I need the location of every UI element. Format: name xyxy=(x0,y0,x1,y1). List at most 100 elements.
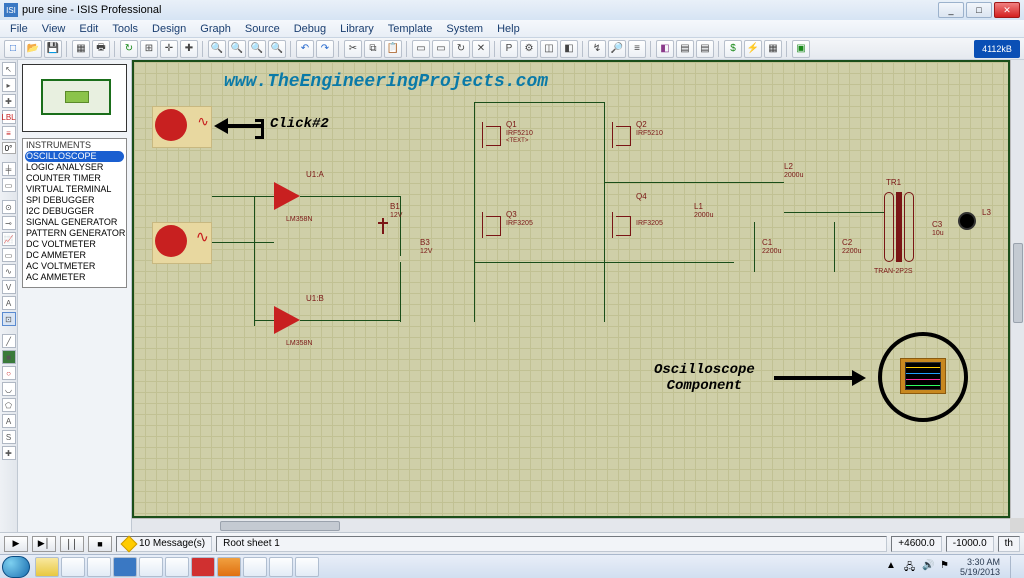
transformer-tr1[interactable] xyxy=(884,192,914,262)
print-button[interactable]: 🖶 xyxy=(92,40,110,58)
taskbar-folder-icon[interactable] xyxy=(87,557,111,577)
pick-button[interactable]: P xyxy=(500,40,518,58)
paste-button[interactable]: 📋 xyxy=(384,40,402,58)
instrument-ac-ammeter[interactable]: AC AMMETER xyxy=(25,272,124,283)
voltage-probe-tool[interactable]: V xyxy=(2,280,16,294)
oscilloscope-placed-1[interactable]: ∿ xyxy=(152,106,212,148)
taskbar-chrome-icon[interactable] xyxy=(61,557,85,577)
block-rotate-button[interactable]: ↻ xyxy=(452,40,470,58)
current-probe-tool[interactable]: A xyxy=(2,296,16,310)
close-button[interactable]: ✕ xyxy=(994,2,1020,18)
menu-graph[interactable]: Graph xyxy=(194,23,237,35)
packaging-button[interactable]: ◫ xyxy=(540,40,558,58)
symbol-2d-tool[interactable]: S xyxy=(2,430,16,444)
instrument-dc-ammeter[interactable]: DC AMMETER xyxy=(25,250,124,261)
arc-2d-tool[interactable]: ◡ xyxy=(2,382,16,396)
text-script-tool[interactable]: ≡ xyxy=(2,126,16,140)
save-button[interactable]: 💾 xyxy=(44,40,62,58)
subcircuit-tool[interactable]: ▭ xyxy=(2,178,16,192)
device-pin-tool[interactable]: ⊸ xyxy=(2,216,16,230)
play-button[interactable]: ▶ xyxy=(4,536,28,552)
minimize-button[interactable]: _ xyxy=(938,2,964,18)
design-explorer-button[interactable]: ◧ xyxy=(656,40,674,58)
menu-tools[interactable]: Tools xyxy=(106,23,144,35)
instrument-spi-debugger[interactable]: SPI DEBUGGER xyxy=(25,195,124,206)
clock[interactable]: 3:30 AM 5/19/2013 xyxy=(960,557,1000,577)
zoom-in-button[interactable]: 🔍 xyxy=(208,40,226,58)
block-move-button[interactable]: ▭ xyxy=(432,40,450,58)
rotation-field[interactable]: 0° xyxy=(2,142,16,154)
maximize-button[interactable]: □ xyxy=(966,2,992,18)
bus-tool[interactable]: ╪ xyxy=(2,162,16,176)
origin-button[interactable]: ✛ xyxy=(160,40,178,58)
ares-button[interactable]: ▣ xyxy=(792,40,810,58)
instrument-pattern-generator[interactable]: PATTERN GENERATOR xyxy=(25,228,124,239)
horizontal-scrollbar[interactable] xyxy=(132,518,1010,532)
line-2d-tool[interactable]: ╱ xyxy=(2,334,16,348)
messages-status[interactable]: 10 Message(s) xyxy=(116,536,212,552)
taskbar-proteus-icon[interactable] xyxy=(113,557,137,577)
generator-tool[interactable]: ∿ xyxy=(2,264,16,278)
menu-system[interactable]: System xyxy=(440,23,489,35)
taskbar-explorer-icon[interactable] xyxy=(35,557,59,577)
taskbar-paint-icon[interactable] xyxy=(295,557,319,577)
copy-button[interactable]: ⧉ xyxy=(364,40,382,58)
open-button[interactable]: 📂 xyxy=(24,40,42,58)
speaker-load[interactable] xyxy=(958,212,976,230)
taskbar-app2-icon[interactable] xyxy=(165,557,189,577)
make-device-button[interactable]: ⚙ xyxy=(520,40,538,58)
new-button[interactable]: □ xyxy=(4,40,22,58)
terminal-tool[interactable]: ⊙ xyxy=(2,200,16,214)
taskbar-idm-icon[interactable] xyxy=(243,557,267,577)
instrument-ac-voltmeter[interactable]: AC VOLTMETER xyxy=(25,261,124,272)
menu-view[interactable]: View xyxy=(36,23,72,35)
instrument-dc-voltmeter[interactable]: DC VOLTMETER xyxy=(25,239,124,250)
instrument-i2c-debugger[interactable]: I2C DEBUGGER xyxy=(25,206,124,217)
instrument-signal-generator[interactable]: SIGNAL GENERATOR xyxy=(25,217,124,228)
tray-flag-icon[interactable]: ⚑ xyxy=(940,560,954,574)
wire-autorouter-button[interactable]: ↯ xyxy=(588,40,606,58)
step-button[interactable]: ▶│ xyxy=(32,536,56,552)
undo-button[interactable]: ↶ xyxy=(296,40,314,58)
signal-generator-placed[interactable]: ∿ xyxy=(152,222,212,264)
menu-help[interactable]: Help xyxy=(491,23,526,35)
redo-button[interactable]: ↷ xyxy=(316,40,334,58)
cut-button[interactable]: ✂ xyxy=(344,40,362,58)
zoom-area-button[interactable]: 🔍 xyxy=(268,40,286,58)
new-sheet-button[interactable]: ▤ xyxy=(676,40,694,58)
tray-up-icon[interactable]: ▲ xyxy=(886,560,900,574)
block-delete-button[interactable]: ✕ xyxy=(472,40,490,58)
pause-button[interactable]: ││ xyxy=(60,536,84,552)
grid-button[interactable]: ⊞ xyxy=(140,40,158,58)
menu-design[interactable]: Design xyxy=(146,23,192,35)
menu-template[interactable]: Template xyxy=(382,23,439,35)
menu-source[interactable]: Source xyxy=(239,23,286,35)
remove-sheet-button[interactable]: ▤ xyxy=(696,40,714,58)
start-button[interactable] xyxy=(2,556,30,578)
mosfet-q1[interactable] xyxy=(480,122,502,148)
instrument-virtual-terminal[interactable]: VIRTUAL TERMINAL xyxy=(25,184,124,195)
marker-tool[interactable]: ✚ xyxy=(2,446,16,460)
box-2d-tool[interactable]: ■ xyxy=(2,350,16,364)
opamp-u1b[interactable] xyxy=(274,306,300,334)
zoom-out-button[interactable]: 🔍 xyxy=(228,40,246,58)
instrument-oscilloscope[interactable]: OSCILLOSCOPE xyxy=(25,151,124,162)
zoom-all-button[interactable]: 🔍 xyxy=(248,40,266,58)
oscilloscope-component[interactable] xyxy=(900,358,946,394)
instrument-logic-analyser[interactable]: LOGIC ANALYSER xyxy=(25,162,124,173)
tray-network-icon[interactable]: 🖧 xyxy=(904,560,918,574)
print-area-button[interactable]: ▦ xyxy=(72,40,90,58)
menu-debug[interactable]: Debug xyxy=(288,23,332,35)
property-button[interactable]: ≡ xyxy=(628,40,646,58)
wire-label-tool[interactable]: LBL xyxy=(2,110,16,124)
menu-edit[interactable]: Edit xyxy=(73,23,104,35)
show-desktop-button[interactable] xyxy=(1010,556,1018,578)
schematic-canvas[interactable]: www.TheEngineeringProjects.com ∿ Click#2… xyxy=(132,60,1010,518)
crosshair-button[interactable]: ✚ xyxy=(180,40,198,58)
taskbar-app3-icon[interactable] xyxy=(269,557,293,577)
bom-button[interactable]: $ xyxy=(724,40,742,58)
junction-tool[interactable]: ✚ xyxy=(2,94,16,108)
virtual-instrument-tool[interactable]: ⊡ xyxy=(2,312,16,326)
decompose-button[interactable]: ◧ xyxy=(560,40,578,58)
taskbar-app1-icon[interactable] xyxy=(139,557,163,577)
